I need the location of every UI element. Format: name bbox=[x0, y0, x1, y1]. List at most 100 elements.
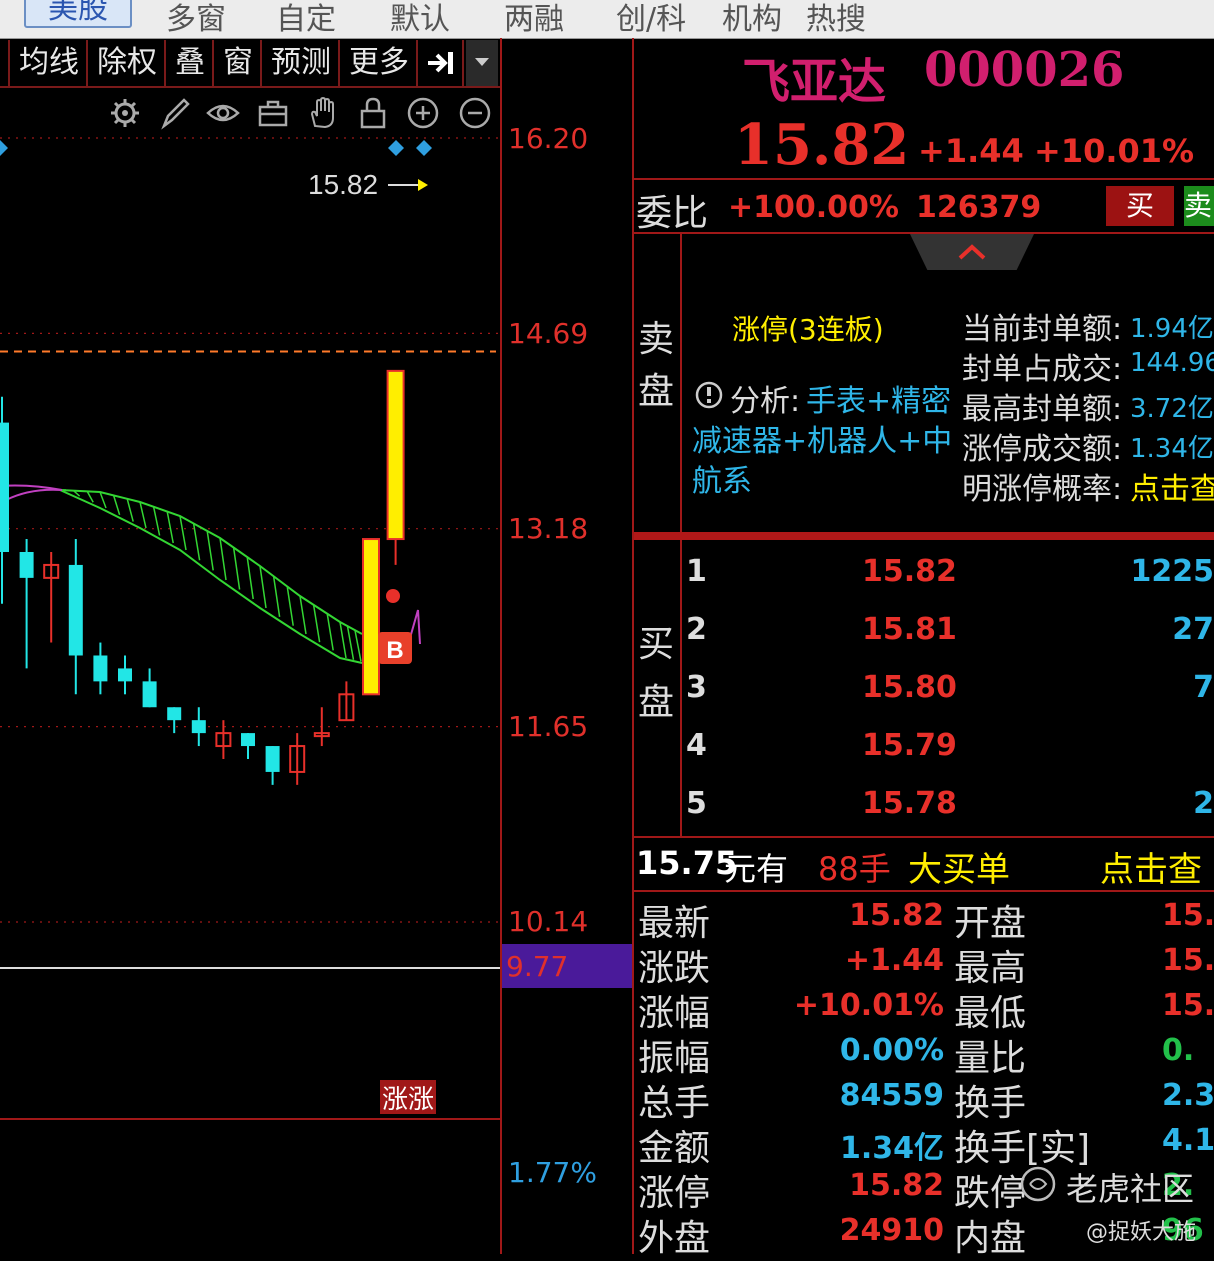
forecast-button[interactable]: 预测 bbox=[264, 40, 340, 86]
tab-us-stocks[interactable]: 美股 bbox=[24, 0, 132, 28]
stat-value: 15. bbox=[1162, 898, 1214, 933]
price-tick: 14.69 bbox=[508, 317, 588, 350]
bid-volume: 1225 bbox=[1131, 554, 1214, 589]
overlay-button[interactable]: 叠 bbox=[168, 40, 214, 86]
top-tab-bar: 美股 多窗 自定 默认 两融 创/科 机构 热搜 bbox=[0, 0, 1214, 39]
volume-divider bbox=[0, 1118, 500, 1120]
bid-level: 5 bbox=[686, 786, 707, 821]
sell-button[interactable]: 卖 bbox=[1184, 186, 1214, 226]
weibi-pct: +100.00% bbox=[728, 190, 899, 225]
limit-up-status: 涨停(3连板) bbox=[732, 308, 884, 348]
info-icon[interactable] bbox=[694, 380, 724, 410]
divider bbox=[680, 234, 682, 532]
marker-diamond bbox=[416, 140, 432, 156]
analysis-prefix: 分析: bbox=[730, 376, 800, 420]
tab-default[interactable]: 默认 bbox=[390, 0, 450, 38]
ma-hatch bbox=[127, 499, 133, 522]
stat-label: 外盘 bbox=[638, 1209, 710, 1261]
chart-toolbar: 均线 除权 叠 窗 预测 更多 bbox=[0, 40, 500, 86]
candlestick-chart[interactable]: B15.82涨涨 bbox=[0, 88, 500, 1118]
ma-hatch bbox=[287, 586, 293, 625]
bid-ask-divider bbox=[634, 532, 1214, 540]
analysis-text[interactable]: 手表+精密 bbox=[806, 376, 951, 420]
ma-hatch bbox=[355, 630, 361, 661]
candle-down bbox=[241, 733, 255, 746]
last-price-tag: 15.82 bbox=[308, 169, 378, 200]
tab-multi-window[interactable]: 多窗 bbox=[166, 0, 226, 38]
stock-name: 飞亚达 bbox=[742, 42, 886, 112]
bid-level: 4 bbox=[686, 728, 707, 763]
buy-side-label: 买 盘 bbox=[638, 616, 674, 732]
candle-down bbox=[266, 746, 280, 772]
ma-hatch bbox=[194, 523, 200, 560]
ma-button[interactable]: 均线 bbox=[12, 40, 88, 86]
window-button[interactable]: 窗 bbox=[216, 40, 262, 86]
probability-link[interactable]: 点击查 bbox=[1130, 464, 1214, 508]
sell-side-label: 卖 盘 bbox=[638, 314, 674, 418]
ma-hatch bbox=[114, 495, 120, 514]
signal-dot bbox=[386, 589, 400, 603]
bid-price: 15.82 bbox=[862, 554, 957, 589]
tab-margin[interactable]: 两融 bbox=[504, 0, 564, 38]
seal-stat-label: 明涨停概率: bbox=[962, 464, 1122, 508]
collapse-toggle[interactable] bbox=[910, 234, 1034, 270]
tab-chinext-star[interactable]: 创/科 bbox=[616, 0, 686, 38]
buy-button[interactable]: 买 bbox=[1106, 186, 1174, 226]
stock-code: 000026 bbox=[924, 42, 1124, 98]
price-change-pct: +10.01% bbox=[1034, 132, 1194, 170]
ma-hatch bbox=[167, 512, 173, 543]
marker-diamond bbox=[388, 140, 404, 156]
watermark-text: @捉妖大施 bbox=[1086, 1214, 1196, 1246]
seal-stat-value: 144.96 bbox=[1130, 348, 1214, 378]
stat-value: 4.1 bbox=[1162, 1123, 1214, 1158]
divider bbox=[634, 836, 1214, 838]
current-price-marker-value: 9.77 bbox=[506, 950, 568, 983]
seal-stat-value: 3.72亿 bbox=[1130, 388, 1214, 425]
ma-hatch bbox=[87, 491, 93, 502]
candle-down bbox=[167, 707, 181, 720]
seal-stat-label: 当前封单额: bbox=[962, 304, 1122, 348]
candle-down bbox=[0, 423, 9, 552]
big-order-text: 大买单 bbox=[908, 842, 1010, 891]
stat-value: 15.82 bbox=[849, 898, 944, 933]
ma-hatch bbox=[154, 507, 160, 536]
ma-hatch bbox=[234, 548, 240, 590]
tab-custom[interactable]: 自定 bbox=[276, 0, 336, 38]
limit-up-tag: 涨涨 bbox=[382, 1085, 434, 1115]
ma-hatch bbox=[207, 531, 213, 570]
price-tick: 13.18 bbox=[508, 512, 588, 545]
ma-hatch bbox=[180, 516, 186, 550]
price-tick: 11.65 bbox=[508, 710, 588, 743]
analysis-text[interactable]: 减速器+机器人+中 bbox=[692, 416, 952, 460]
stat-value: 2.3 bbox=[1162, 1078, 1214, 1113]
seal-stat-value: 1.94亿 bbox=[1130, 308, 1214, 345]
big-order-lots: 88手 bbox=[818, 844, 891, 890]
price-change: +1.44 bbox=[918, 132, 1024, 170]
more-button[interactable]: 更多 bbox=[342, 40, 418, 86]
big-order-link[interactable]: 点击查 bbox=[1100, 842, 1202, 891]
tab-hot-search[interactable]: 热搜 bbox=[806, 0, 866, 38]
stat-value: +1.44 bbox=[845, 943, 944, 978]
candle-down bbox=[143, 681, 157, 707]
watermark-text: 老虎社区 bbox=[1066, 1164, 1194, 1210]
ma-hatch bbox=[300, 596, 306, 634]
ma-hatch bbox=[260, 566, 266, 608]
tab-institutions[interactable]: 机构 bbox=[722, 0, 782, 38]
stat-value: +10.01% bbox=[794, 988, 944, 1023]
ma-hatch bbox=[274, 576, 280, 617]
current-price-marker: 9.77 bbox=[502, 944, 632, 988]
candle-down bbox=[93, 655, 107, 681]
stat-value: 15. bbox=[1162, 988, 1214, 1023]
divider bbox=[680, 540, 682, 836]
pin-icon[interactable] bbox=[420, 40, 464, 86]
seal-stat-label: 封单占成交: bbox=[962, 344, 1122, 388]
bid-level: 2 bbox=[686, 612, 707, 647]
chevron-down-icon[interactable] bbox=[466, 40, 498, 86]
stat-value: 1.34亿 bbox=[840, 1123, 944, 1167]
candle-down bbox=[192, 720, 206, 733]
ex-rights-button[interactable]: 除权 bbox=[90, 40, 166, 86]
stat-value: 15.82 bbox=[849, 1168, 944, 1203]
analysis-text[interactable]: 航系 bbox=[692, 456, 752, 500]
price-axis-line bbox=[500, 38, 502, 1254]
weibi-label: 委比 bbox=[636, 184, 708, 236]
